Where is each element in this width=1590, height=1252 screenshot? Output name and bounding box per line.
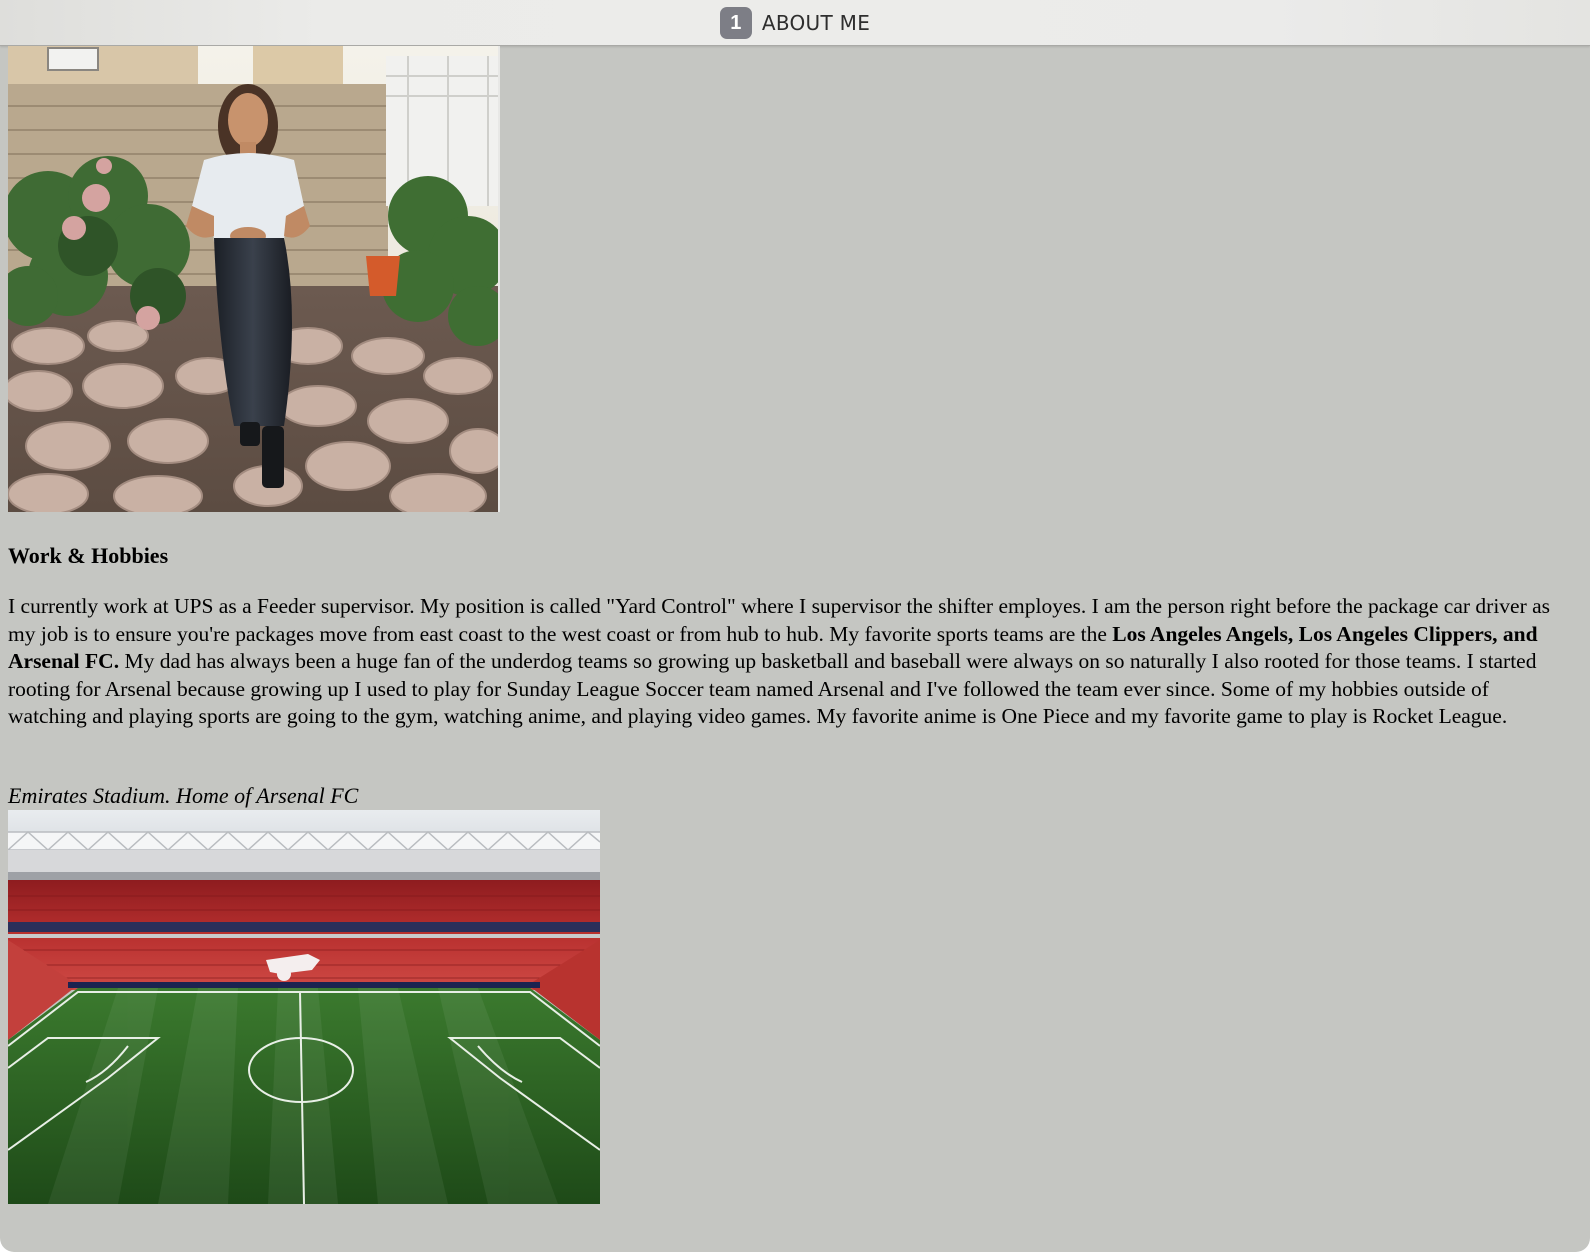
browser-window: 1 ABOUT ME Work & Hobbies I currently wo…	[0, 0, 1590, 1252]
window-title: ABOUT ME	[761, 10, 871, 35]
bio-text-end: My dad has always been a huge fan of the…	[8, 649, 1537, 729]
bio-paragraph: I currently work at UPS as a Feeder supe…	[8, 593, 1568, 731]
tab-number-badge: 1	[719, 6, 752, 39]
stadium-caption: Emirates Stadium. Home of Arsenal FC	[8, 783, 359, 808]
stadium-photo	[8, 810, 600, 1204]
title-bar[interactable]: 1 ABOUT ME	[0, 0, 1590, 46]
portrait-photo	[8, 46, 500, 512]
section-heading: Work & Hobbies	[8, 543, 169, 568]
